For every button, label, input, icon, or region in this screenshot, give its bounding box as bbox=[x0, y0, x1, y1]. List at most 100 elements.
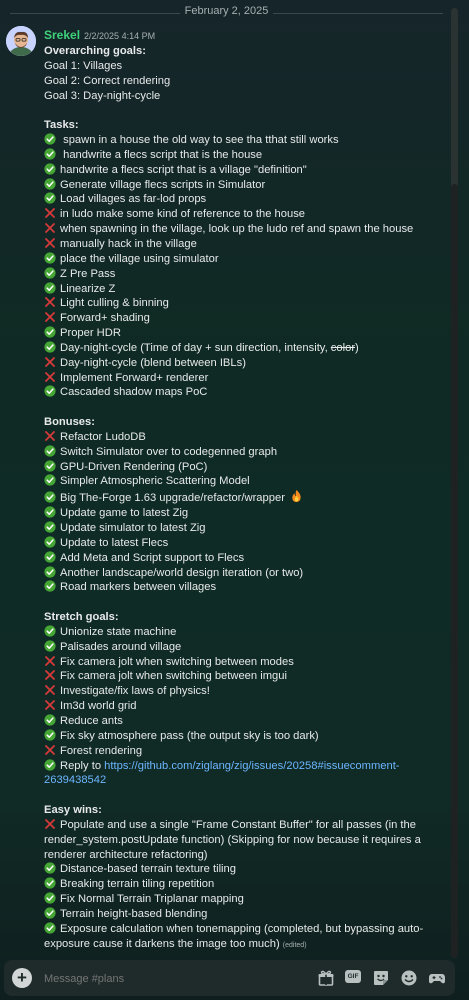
task-text: Terrain height-based blending bbox=[60, 907, 208, 920]
task-item: when spawning in the village, look up th… bbox=[44, 222, 454, 237]
check-mark-icon bbox=[44, 877, 56, 889]
task-text: Update to latest Flecs bbox=[60, 536, 169, 549]
issue-link[interactable]: https://github.com/ziglang/zig/issues/20… bbox=[104, 760, 399, 772]
task-item: Fix sky atmosphere pass (the output sky … bbox=[44, 729, 454, 744]
check-mark-icon bbox=[44, 521, 56, 533]
check-mark-icon bbox=[44, 326, 56, 338]
task-item: Simpler Atmospheric Scattering Model bbox=[44, 474, 454, 489]
task-item: Road markers between villages bbox=[44, 580, 454, 595]
task-text: Investigate/fix laws of physics! bbox=[60, 685, 210, 698]
task-item: Load villages as far-lod props bbox=[44, 192, 454, 207]
gift-icon[interactable] bbox=[317, 969, 335, 987]
edited-label: (edited) bbox=[282, 941, 307, 949]
check-mark-icon bbox=[44, 267, 56, 279]
sticker-icon[interactable] bbox=[372, 969, 390, 987]
task-text: Fix Normal Terrain Triplanar mapping bbox=[60, 893, 244, 906]
task-text: Fix sky atmosphere pass (the output sky … bbox=[60, 729, 319, 742]
task-text: Generate village flecs scripts in Simula… bbox=[60, 178, 266, 191]
section-heading: Easy wins: bbox=[44, 804, 102, 817]
message-timestamp: 2/2/2025 4:14 PM bbox=[84, 31, 156, 41]
line-text: Goal 2: Correct rendering bbox=[44, 74, 171, 87]
task-item: GPU-Driven Rendering (PoC) bbox=[44, 460, 454, 475]
check-mark-icon bbox=[44, 163, 56, 175]
task-item: spawn in a house the old way to see tha … bbox=[44, 133, 454, 148]
section-heading: Bonuses: bbox=[44, 416, 95, 429]
task-item: Exposure calculation when tonemapping (c… bbox=[44, 922, 454, 937]
task-text: Proper HDR bbox=[60, 327, 121, 340]
message-input[interactable] bbox=[44, 971, 244, 987]
task-text: Fix camera jolt when switching between i… bbox=[60, 670, 287, 683]
message-author[interactable]: Srekel bbox=[44, 28, 80, 42]
avatar[interactable] bbox=[6, 26, 36, 56]
scrollbar-track[interactable] bbox=[451, 8, 458, 958]
task-item: Linearize Z bbox=[44, 281, 454, 297]
task-item: Palisades around village bbox=[44, 640, 454, 655]
attach-plus-icon[interactable]: + bbox=[12, 968, 32, 988]
check-mark-icon bbox=[44, 474, 56, 487]
cross-mark-icon bbox=[45, 431, 55, 441]
task-item: Reply to https://github.com/ziglang/zig/… bbox=[44, 758, 454, 774]
check-mark-icon bbox=[44, 341, 56, 353]
check-mark-icon bbox=[44, 580, 56, 592]
check-mark-icon bbox=[44, 192, 56, 205]
check-mark-icon bbox=[44, 565, 56, 578]
check-mark-icon bbox=[44, 892, 56, 904]
check-mark-icon bbox=[44, 281, 56, 294]
text-line: renderer architecture refactoring) bbox=[44, 848, 454, 863]
check-mark-icon bbox=[44, 922, 56, 934]
check-mark-icon bbox=[44, 758, 56, 771]
issue-link[interactable]: 2639438542 bbox=[44, 774, 106, 786]
task-item: Generate village flecs scripts in Simula… bbox=[44, 177, 454, 193]
task-text: Add Meta and Script support to Flecs bbox=[60, 551, 245, 564]
line-text: render_system.postUpdate function) (Skip… bbox=[44, 833, 421, 846]
cross-mark-icon bbox=[45, 371, 55, 382]
check-mark-icon bbox=[44, 445, 56, 457]
date-divider: February 2, 2025 bbox=[10, 4, 443, 22]
task-item: Fix Normal Terrain Triplanar mapping bbox=[44, 892, 454, 907]
cross-mark-icon bbox=[45, 744, 55, 755]
task-text: Im3d world grid bbox=[60, 700, 137, 713]
cross-mark-icon bbox=[45, 685, 55, 696]
task-item: Proper HDR bbox=[44, 326, 454, 341]
task-item: Update simulator to latest Zig bbox=[44, 521, 454, 536]
text-line: Goal 2: Correct rendering bbox=[44, 74, 454, 89]
task-item: Switch Simulator over to codegenned grap… bbox=[44, 445, 454, 460]
task-text: Switch Simulator over to codegenned grap… bbox=[60, 445, 278, 458]
task-item: Investigate/fix laws of physics! bbox=[44, 684, 454, 699]
emoji-icon[interactable] bbox=[400, 969, 418, 987]
task-item: Another landscape/world design iteration… bbox=[44, 565, 454, 581]
task-item: Distance-based terrain texture tiling bbox=[44, 862, 454, 877]
task-text: Reply to bbox=[60, 759, 105, 772]
scrollbar-thumb[interactable] bbox=[451, 184, 458, 958]
line-text: renderer architecture refactoring) bbox=[44, 848, 208, 861]
task-item: Light culling & binning bbox=[44, 296, 454, 311]
task-item: Im3d world grid bbox=[44, 699, 454, 714]
cross-mark-icon bbox=[45, 356, 55, 367]
task-text: Populate and use a single "Frame Constan… bbox=[60, 818, 416, 831]
apps-icon[interactable] bbox=[428, 969, 446, 987]
task-text: Forward+ shading bbox=[60, 312, 150, 325]
check-mark-icon bbox=[44, 714, 56, 726]
section-heading: Tasks: bbox=[44, 119, 79, 132]
task-text: Exposure calculation when tonemapping (c… bbox=[60, 922, 424, 935]
check-mark-icon bbox=[44, 907, 56, 919]
check-mark-icon bbox=[44, 460, 56, 472]
message-composer: + GIF bbox=[4, 960, 455, 996]
task-text: GPU-Driven Rendering (PoC) bbox=[60, 460, 208, 473]
check-mark-icon bbox=[44, 729, 56, 741]
task-text: Update simulator to latest Zig bbox=[60, 522, 206, 534]
task-text: Refactor LudoDB bbox=[60, 430, 146, 443]
check-mark-icon bbox=[44, 506, 56, 518]
task-text: Road markers between villages bbox=[60, 581, 217, 594]
cross-mark-icon bbox=[45, 670, 55, 681]
gif-label: GIF bbox=[345, 970, 361, 983]
check-mark-icon bbox=[44, 862, 56, 875]
cross-mark-icon bbox=[45, 818, 55, 829]
gif-icon[interactable]: GIF bbox=[345, 970, 363, 986]
check-mark-icon bbox=[44, 551, 56, 563]
task-text: Forest rendering bbox=[60, 744, 143, 757]
task-text: Light culling & binning bbox=[60, 297, 169, 310]
